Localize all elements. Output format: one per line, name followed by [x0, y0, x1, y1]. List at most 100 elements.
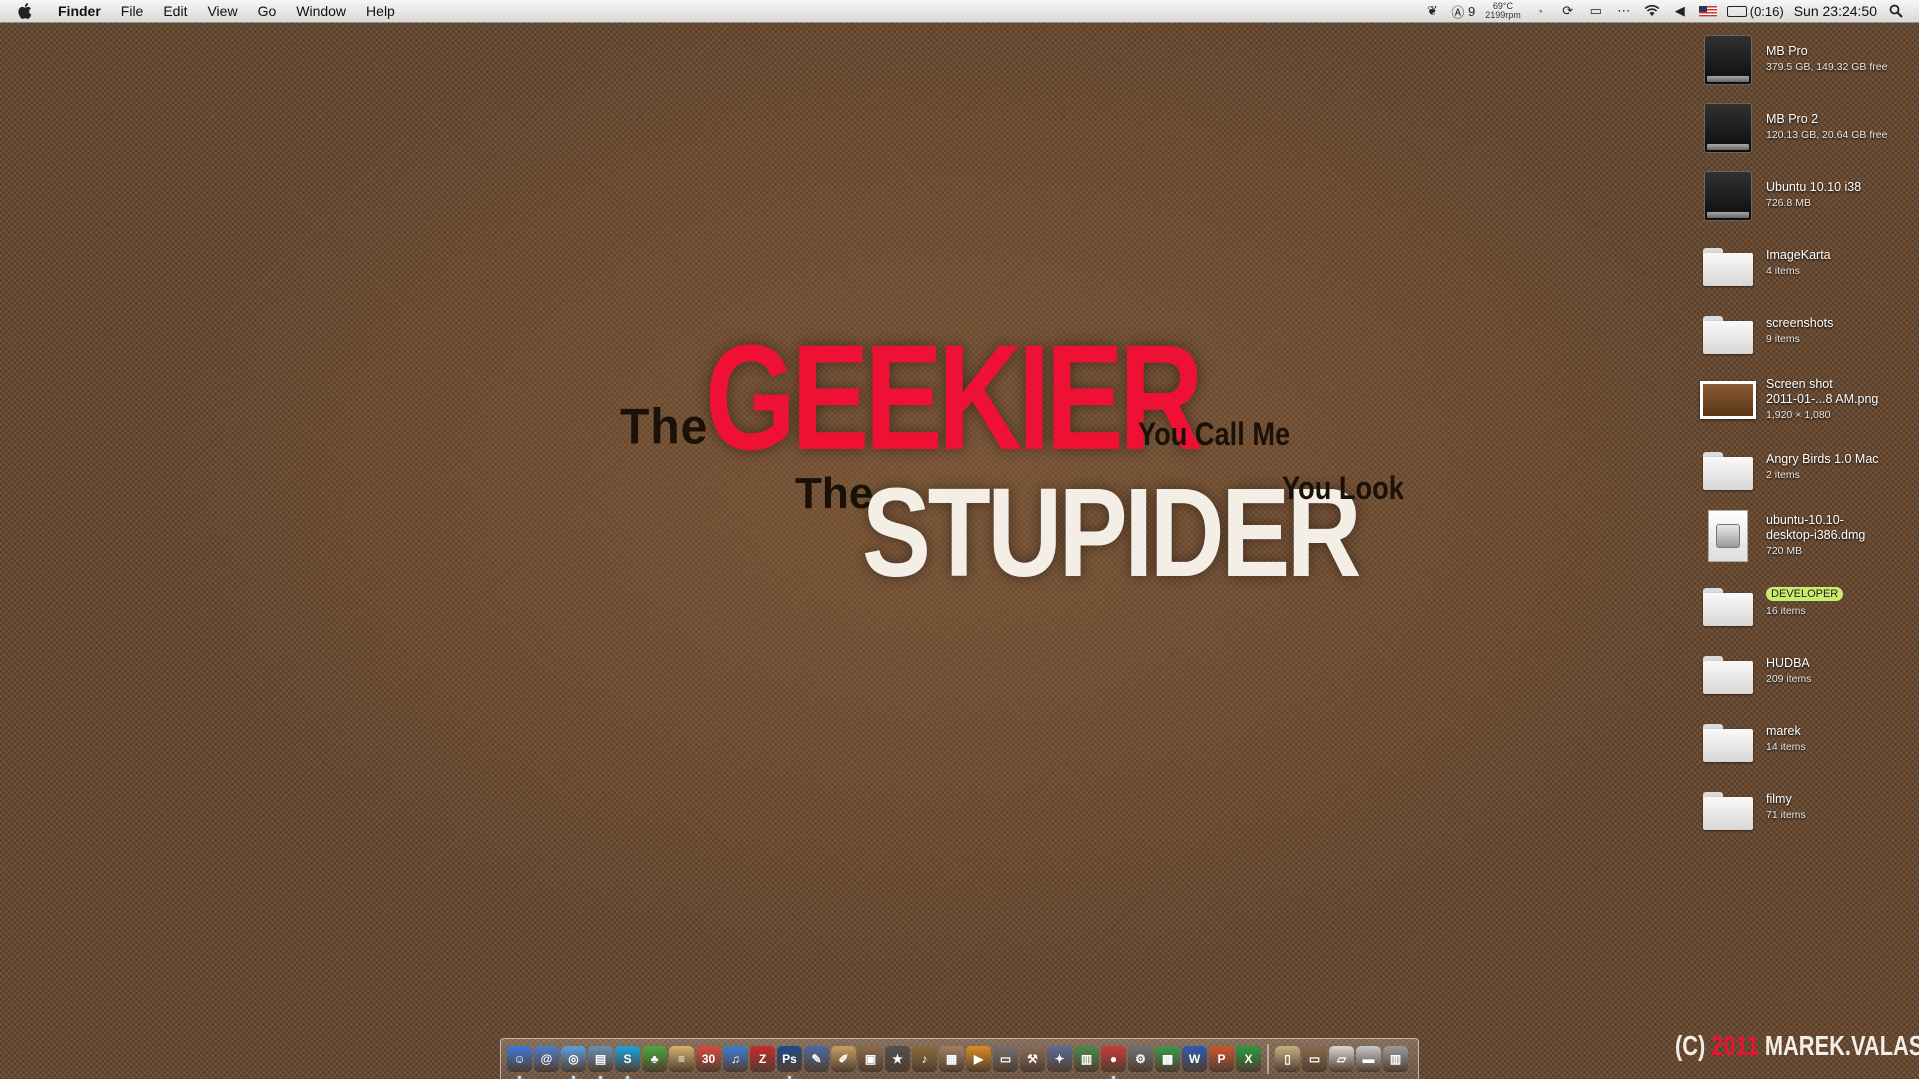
scanner-icon[interactable]: ▭	[993, 1046, 1018, 1072]
photoshop-icon[interactable]: Ps	[777, 1046, 802, 1079]
word-icon[interactable]: W	[1182, 1046, 1207, 1072]
excel-icon[interactable]: X	[1236, 1046, 1261, 1072]
briefcase-stack-icon[interactable]: ▭	[1302, 1046, 1327, 1072]
filezilla-icon[interactable]: Z	[750, 1046, 775, 1072]
finder-label-badge: DEVELOPER	[1766, 587, 1844, 601]
desktop-item-angry-birds[interactable]: Angry Birds 1.0 Mac 2 items	[1700, 438, 1919, 500]
numbers-icon[interactable]: ▩	[1155, 1046, 1180, 1072]
iweb-icon[interactable]: ▦	[939, 1046, 964, 1072]
itunes-icon[interactable]: ♫	[723, 1046, 748, 1072]
utility-icon[interactable]: ⚒	[1020, 1046, 1045, 1072]
instruments-icon[interactable]: ✦	[1047, 1046, 1072, 1072]
menu-app-name[interactable]: Finder	[48, 0, 111, 22]
wifi-icon[interactable]	[1643, 3, 1661, 19]
filezilla-glyph: Z	[758, 1052, 767, 1066]
copyright-year: 2011	[1711, 1030, 1759, 1061]
sync-icon[interactable]: ⟳	[1559, 3, 1577, 19]
trash-icon[interactable]: ▥	[1383, 1046, 1408, 1072]
desktop-item-name: marek	[1766, 724, 1801, 738]
finder-icon[interactable]: ☺	[507, 1046, 532, 1079]
folder-icon	[1700, 238, 1756, 290]
instruments-glyph: ✦	[1054, 1052, 1065, 1066]
mail-icon[interactable]: @	[534, 1046, 559, 1072]
iphoto-icon[interactable]: ▣	[858, 1046, 883, 1072]
desktop-item-info: 16 items	[1766, 605, 1806, 617]
desktop-item-mb-pro[interactable]: MB Pro 379.5 GB, 149.32 GB free	[1700, 30, 1919, 92]
preview-icon[interactable]: ▤	[588, 1046, 613, 1079]
powerpoint-icon[interactable]: P	[1209, 1046, 1234, 1072]
menu-window[interactable]: Window	[286, 0, 356, 22]
wallpaper-you-call-me: You Call Me	[1138, 416, 1291, 452]
copyright-prefix: (C)	[1675, 1030, 1712, 1061]
folder-stack-icon[interactable]: ▱	[1329, 1046, 1354, 1072]
desktop-item-hudba[interactable]: HUDBA 209 items	[1700, 642, 1919, 704]
desktop-item-screenshots[interactable]: screenshots 9 items	[1700, 302, 1919, 364]
desktop-item-screen-shot-png[interactable]: Screen shot 2011-01-...8 AM.png 1,920 × …	[1700, 370, 1919, 432]
desktop-item-info: 9 items	[1766, 333, 1800, 345]
spotlight-search-icon[interactable]	[1887, 3, 1905, 19]
menu-bar: Finder File Edit View Go Window Help ❦ Ⓐ…	[0, 0, 1919, 23]
downloads-stack-icon[interactable]: ▬	[1356, 1046, 1381, 1072]
textedit-glyph: ✐	[838, 1052, 849, 1066]
folder-icon	[1700, 306, 1756, 358]
display-icon[interactable]: ▭	[1587, 3, 1605, 19]
ical-icon[interactable]: 30	[696, 1046, 721, 1072]
safari-icon[interactable]: ◎	[561, 1046, 586, 1079]
vlc-glyph: ▶	[973, 1052, 984, 1066]
dock-apps: ☺ @ ◎ ▤ S ♣ ≡ 30 ♫ Z Ps ✎ ✐ ▣ ★ ♪ ▦ ▶ ▭ ⚒ ✦ ▥ ● ⚙ ▩ W P X	[507, 1046, 1261, 1079]
clock[interactable]: Sun 23:24:50	[1794, 3, 1877, 19]
desktop-item-ubuntu-disk[interactable]: Ubuntu 10.10 i38 726.8 MB	[1700, 166, 1919, 228]
desktop-item-mb-pro-2[interactable]: MB Pro 2 120.13 GB, 20.64 GB free	[1700, 98, 1919, 160]
time-machine-drive-icon	[1700, 102, 1756, 154]
documents-stack-icon[interactable]: ▯	[1275, 1046, 1300, 1072]
wallpaper: The GEEKIER You Call Me The STUPIDER You…	[0, 0, 1919, 1079]
battery-time: (0:16)	[1749, 3, 1784, 19]
skype-icon[interactable]: S	[615, 1046, 640, 1079]
desktop-item-name: filmy	[1766, 792, 1792, 806]
garageband-icon[interactable]: ♪	[912, 1046, 937, 1072]
word-glyph: W	[1188, 1052, 1201, 1066]
utility-glyph: ⚒	[1027, 1052, 1038, 1066]
desktop-item-developer[interactable]: DEVELOPER 16 items	[1700, 574, 1919, 636]
imovie-icon[interactable]: ★	[885, 1046, 910, 1072]
desktop-item-ubuntu-dmg[interactable]: ubuntu-10.10- desktop-i386.dmg 720 MB	[1700, 506, 1919, 568]
finder-glyph: ☺	[513, 1052, 526, 1066]
desktop-item-filmy[interactable]: filmy 71 items	[1700, 778, 1919, 840]
numbers-glyph: ▩	[1161, 1052, 1174, 1066]
menu-view[interactable]: View	[197, 0, 247, 22]
notes-icon[interactable]: ≡	[669, 1046, 694, 1072]
fan-monitor[interactable]: 69°C 2199rpm	[1485, 2, 1521, 20]
wallpaper-the-1: The	[620, 399, 709, 456]
time-machine-icon[interactable]: ◔	[1531, 3, 1549, 19]
xcode-icon[interactable]: ✎	[804, 1046, 829, 1072]
automator-icon[interactable]: ⚙	[1128, 1046, 1153, 1072]
scanner-glyph: ▭	[999, 1052, 1012, 1066]
ical-glyph: 30	[701, 1052, 716, 1066]
menu-edit[interactable]: Edit	[153, 0, 197, 22]
charts-icon[interactable]: ▥	[1074, 1046, 1099, 1072]
vlc-icon[interactable]: ▶	[966, 1046, 991, 1072]
battery-status[interactable]: (0:16)	[1726, 3, 1784, 19]
bluetooth-icon[interactable]: ⋯	[1615, 3, 1633, 19]
imovie-glyph: ★	[892, 1052, 903, 1066]
desktop-item-marek[interactable]: marek 14 items	[1700, 710, 1919, 772]
input-source-flag-icon[interactable]	[1698, 5, 1717, 17]
menu-help[interactable]: Help	[356, 0, 405, 22]
reeder-glyph: ●	[1109, 1052, 1118, 1066]
menu-file[interactable]: File	[111, 0, 154, 22]
folder-icon	[1700, 714, 1756, 766]
adium-status-icon[interactable]: Ⓐ 9	[1451, 3, 1475, 20]
dock: ☺ @ ◎ ▤ S ♣ ≡ 30 ♫ Z Ps ✎ ✐ ▣ ★ ♪ ▦ ▶ ▭ ⚒ ✦ ▥ ● ⚙ ▩ W P X ▯ ▭ ▱ ▬ ▥	[500, 1038, 1419, 1079]
evernote-icon[interactable]: ❦	[1423, 3, 1441, 19]
desktop-item-name-line2: 2011-01-...8 AM.png	[1766, 392, 1879, 406]
menu-go[interactable]: Go	[248, 0, 287, 22]
folder-icon	[1700, 442, 1756, 494]
dock-separator	[1267, 1044, 1269, 1074]
reeder-icon[interactable]: ●	[1101, 1046, 1126, 1079]
adium-icon[interactable]: ♣	[642, 1046, 667, 1072]
textedit-icon[interactable]: ✐	[831, 1046, 856, 1072]
volume-icon[interactable]: ◀	[1671, 3, 1689, 19]
desktop-item-name: MB Pro 2	[1766, 112, 1819, 126]
desktop-item-imagekarta[interactable]: ImageKarta 4 items	[1700, 234, 1919, 296]
apple-menu-icon[interactable]	[14, 0, 36, 22]
